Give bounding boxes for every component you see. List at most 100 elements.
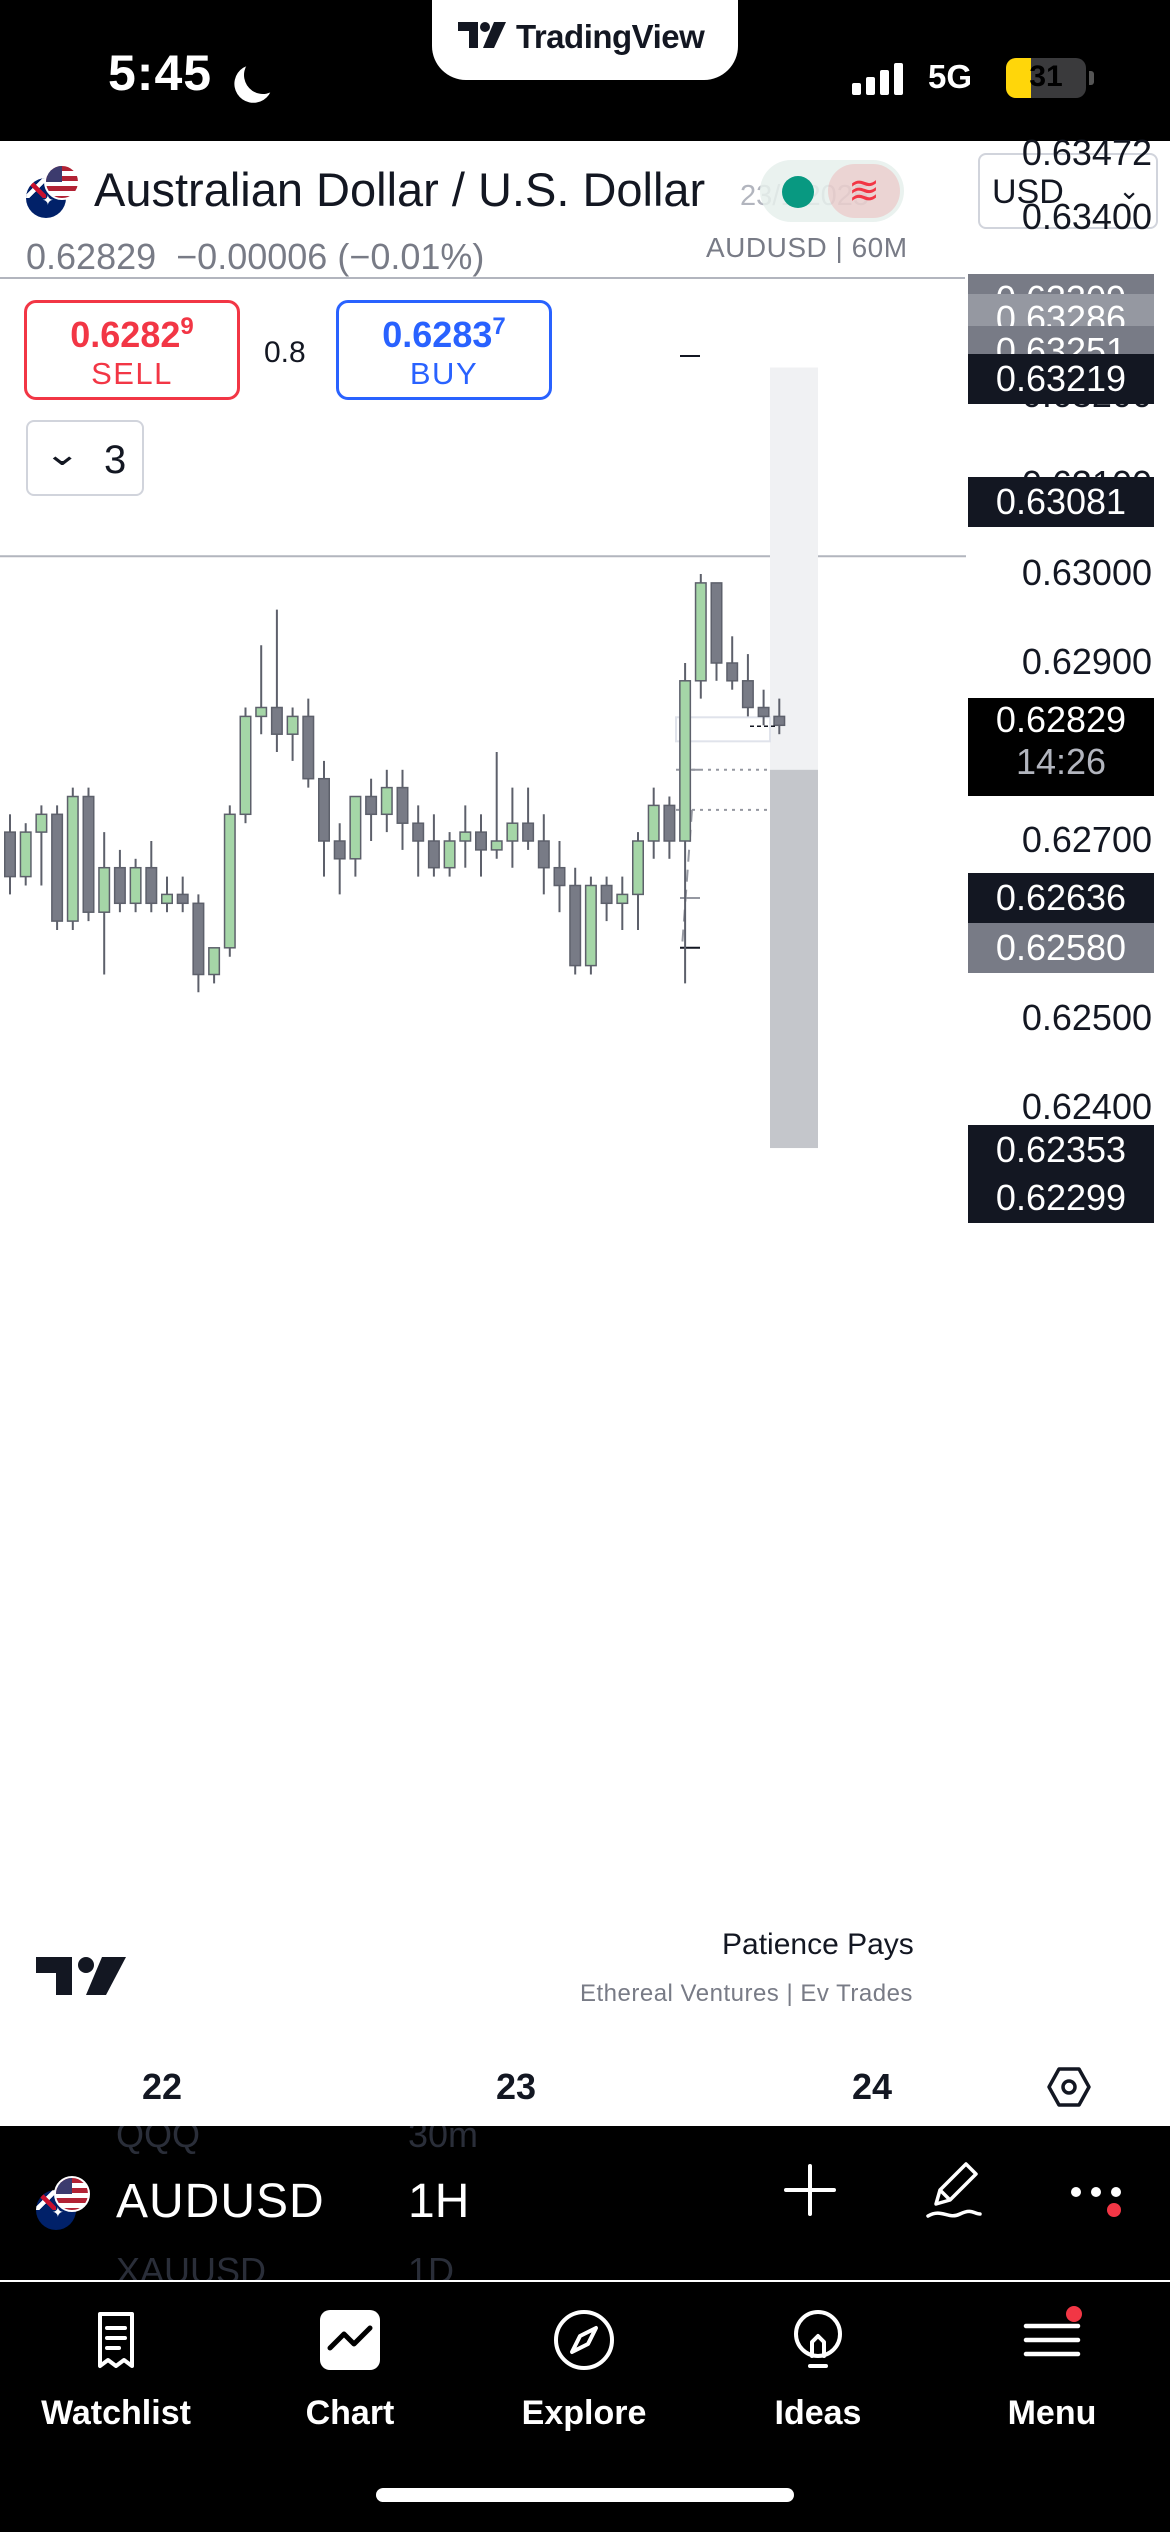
candle-up	[459, 831, 472, 842]
candle-down	[726, 662, 739, 682]
candle-down	[113, 866, 126, 905]
app-indicator-pill: TradingView	[432, 0, 738, 80]
candle-down	[145, 866, 158, 905]
symbol-title[interactable]: Australian Dollar / U.S. Dollar	[94, 162, 705, 217]
symbol-picker[interactable]: AUDUSD	[116, 2174, 325, 2229]
market-status-indicator[interactable]: ≋	[760, 160, 904, 222]
tab-label: Watchlist	[41, 2394, 191, 2432]
candle-down	[427, 840, 440, 869]
symbol-bar: QQQ 30m XAUUSD 1D AUDUSD 1H	[0, 2126, 1170, 2280]
tab-chart[interactable]: Chart	[250, 2306, 450, 2446]
market-open-dot-icon	[782, 176, 814, 208]
range-lower-zone	[770, 769, 818, 1149]
watermark-title: Patience Pays	[722, 1928, 914, 1961]
more-options-icon[interactable]	[1068, 2178, 1128, 2218]
candle-up	[286, 715, 299, 735]
ghost-symbol: QQQ	[116, 2126, 201, 2155]
battery-level: 31	[1029, 60, 1063, 93]
current-price-value: 0.62829	[995, 699, 1127, 741]
price-tick-label: 0.62500	[1021, 997, 1152, 1038]
price-tick-label: 0.63400	[1021, 196, 1152, 237]
tab-explore[interactable]: Explore	[484, 2306, 684, 2446]
network-type: 5G	[928, 58, 973, 95]
price-tag: 0.63219	[968, 354, 1154, 405]
candle-up	[35, 813, 48, 833]
price-tag: 0.62636	[968, 872, 1154, 923]
candle-up	[349, 795, 362, 860]
time-axis-label: 23	[496, 2066, 537, 2107]
candle-up	[679, 680, 692, 842]
tab-menu[interactable]: Menu	[952, 2306, 1152, 2446]
battery-icon: 31	[1006, 58, 1086, 98]
candle-up	[223, 813, 236, 949]
price-tick-label: 0.63000	[1021, 552, 1152, 593]
candle-down	[333, 840, 346, 860]
price-chart[interactable]	[0, 240, 966, 1940]
tradingview-logo-icon	[458, 22, 506, 48]
tab-label: Explore	[521, 2394, 647, 2432]
candle-down	[663, 804, 676, 842]
candle-down	[553, 866, 566, 887]
tab-ideas[interactable]: Ideas	[718, 2306, 918, 2446]
candle-down	[302, 715, 315, 780]
watchlist-icon	[98, 2312, 134, 2368]
candle-up	[694, 582, 707, 682]
home-indicator	[376, 2488, 794, 2502]
drawing-pen-icon[interactable]	[922, 2154, 988, 2224]
candle-down	[82, 795, 95, 913]
plus-icon[interactable]	[782, 2162, 838, 2218]
tab-label: Ideas	[774, 2394, 862, 2432]
current-price-tag: 0.62829 14:26	[968, 698, 1154, 797]
candle-up	[208, 947, 221, 976]
tradingview-watermark-logo-icon	[36, 1957, 126, 1995]
watermark-subtitle: Ethereal Ventures | Ev Trades	[580, 1980, 913, 2007]
candle-down	[710, 582, 723, 664]
candle-up	[632, 840, 644, 896]
candle-up	[98, 866, 111, 913]
aud-usd-flag-icon	[26, 164, 80, 218]
candle-down	[522, 822, 535, 842]
candle-down	[365, 795, 378, 816]
candle-up	[66, 795, 79, 922]
time-axis-label: 24	[852, 2066, 893, 2107]
candle-up	[506, 822, 519, 842]
candle-down	[318, 777, 330, 842]
ghost-timeframe: 30m	[408, 2126, 479, 2155]
candle-down	[773, 715, 786, 727]
candle-down	[475, 831, 487, 851]
timeframe-picker[interactable]: 1H	[408, 2174, 469, 2229]
settings-icon[interactable]	[1046, 2064, 1092, 2110]
candle-down	[569, 884, 582, 967]
candle-down	[741, 680, 754, 709]
candle-up	[647, 804, 660, 842]
price-tick-label: 0.63472	[1021, 131, 1152, 173]
candle-down	[192, 902, 205, 976]
candle-up	[161, 893, 173, 905]
chart-icon	[320, 2310, 380, 2370]
candle-down	[51, 813, 64, 922]
hamburger-icon	[1023, 2306, 1082, 2357]
status-bar: 5:45 TradingView 5G 31	[0, 0, 1170, 141]
price-tick-label: 0.62900	[1021, 641, 1152, 682]
price-tag: 0.62299	[968, 1172, 1154, 1223]
candle-up	[239, 715, 252, 816]
candle-down	[600, 884, 613, 905]
candle-down	[396, 786, 409, 824]
lightbulb-icon	[794, 2310, 842, 2368]
candle-down	[757, 706, 770, 718]
candle-down	[412, 822, 425, 842]
candle-up	[255, 706, 268, 718]
event-wave-icon: ≋	[828, 164, 900, 218]
candle-up	[490, 840, 503, 851]
candle-down	[270, 706, 283, 735]
candle-up	[584, 884, 597, 967]
candle-up	[129, 866, 142, 905]
ghost-timeframe: 1D	[408, 2250, 455, 2280]
tab-label: Menu	[1007, 2394, 1097, 2432]
aud-usd-flag-icon	[36, 2176, 90, 2230]
candle-up	[19, 831, 32, 878]
candle-down	[537, 840, 550, 869]
tab-watchlist[interactable]: Watchlist	[16, 2306, 216, 2446]
candle-up	[443, 840, 456, 869]
price-tick-label: 0.62700	[1021, 819, 1152, 860]
